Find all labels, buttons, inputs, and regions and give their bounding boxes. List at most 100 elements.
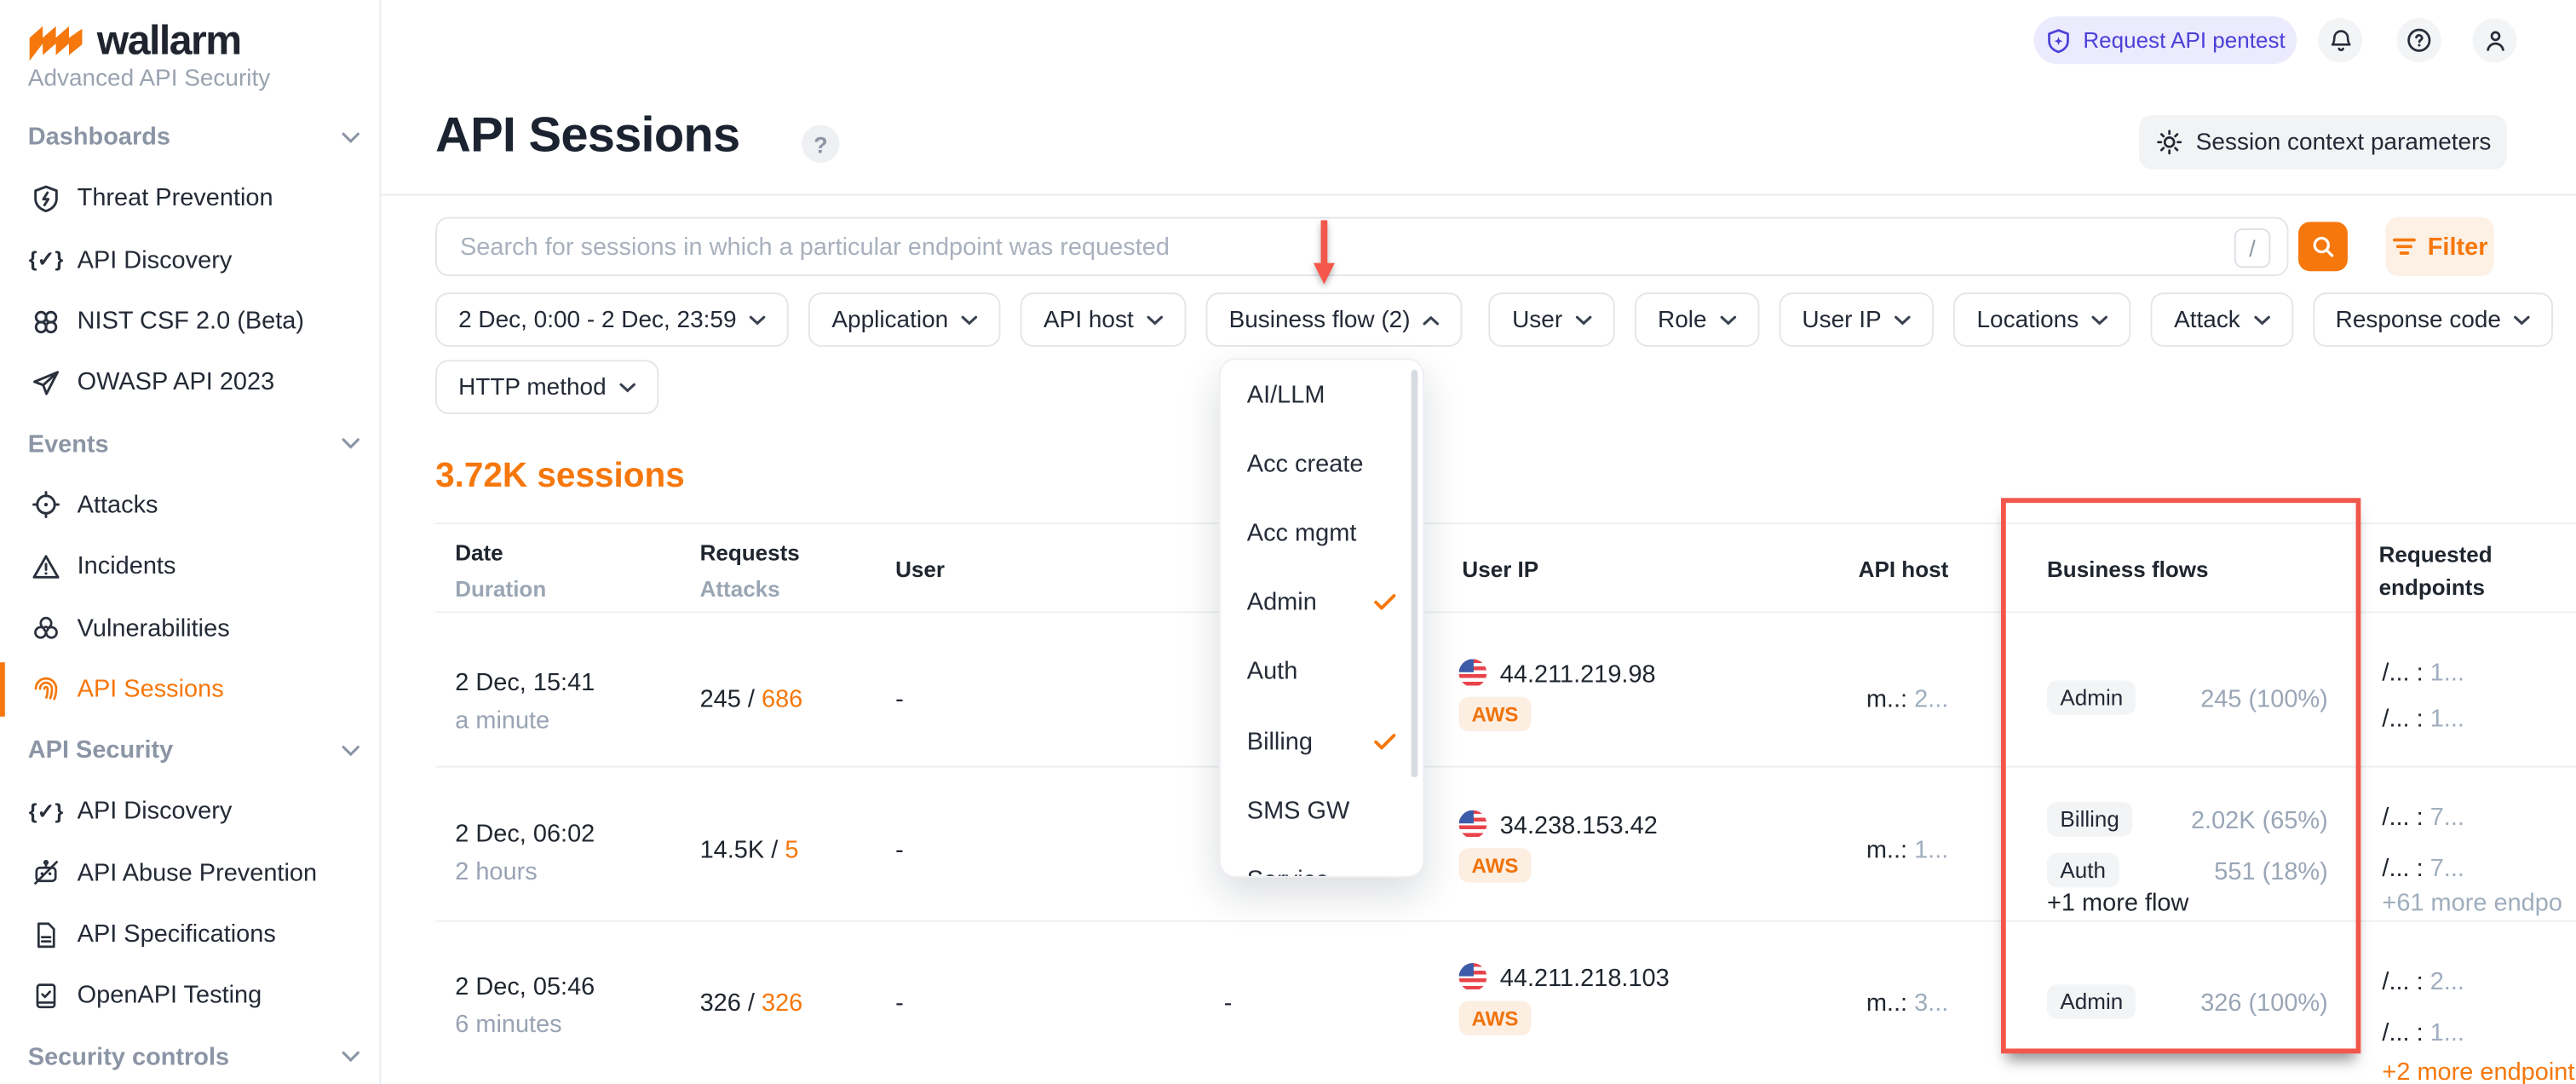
- col-header-api-host[interactable]: API host: [1751, 557, 1948, 582]
- sidebar-item-incidents[interactable]: Incidents: [0, 536, 381, 597]
- attacks-count: 5: [785, 837, 798, 865]
- requests-attacks: 14.5K / 5: [700, 837, 799, 865]
- aws-badge: AWS: [1459, 697, 1532, 732]
- dropdown-option-acc-create[interactable]: Acc create: [1221, 430, 1423, 499]
- endpoint-line: /... : 7...: [2382, 855, 2464, 883]
- filter-chip-user-ip[interactable]: User IP: [1779, 292, 1934, 347]
- notifications-button[interactable]: [2318, 18, 2362, 62]
- sidebar-item-nist-csf[interactable]: NIST CSF 2.0 (Beta): [0, 291, 381, 352]
- dropdown-option-acc-mgmt[interactable]: Acc mgmt: [1221, 499, 1423, 568]
- col-header-user-ip[interactable]: User IP: [1462, 557, 1538, 582]
- chevron-up-icon: [1423, 314, 1440, 325]
- dropdown-option-admin[interactable]: Admin: [1221, 568, 1423, 637]
- api-host-value: m..: 1...: [1751, 837, 1948, 865]
- requests-attacks: 326 / 326: [700, 989, 803, 1018]
- dropdown-option-auth[interactable]: Auth: [1221, 637, 1423, 706]
- sidebar-section-security-controls[interactable]: Security controls: [0, 1026, 381, 1084]
- sidebar-item-openapi-testing[interactable]: OpenAPI Testing: [0, 965, 381, 1026]
- sidebar-item-threat-prevention[interactable]: Threat Prevention: [0, 168, 381, 229]
- slash-shortcut-hint: /: [2234, 228, 2270, 268]
- bot-crossed-icon: [32, 858, 61, 888]
- sidebar-item-attacks[interactable]: Attacks: [0, 475, 381, 536]
- session-search-input[interactable]: [460, 233, 2221, 261]
- dropdown-option-ai-llm[interactable]: AI/LLM: [1221, 360, 1423, 429]
- endpoint-line: /... : 1...: [2382, 705, 2464, 733]
- row-divider: [435, 920, 2576, 922]
- sidebar-section-dashboards[interactable]: Dashboards: [0, 107, 381, 168]
- brand-logo[interactable]: wallarm: [28, 18, 241, 66]
- chevron-down-icon: [1576, 314, 1592, 325]
- filter-chip-date-range[interactable]: 2 Dec, 0:00 - 2 Dec, 23:59: [435, 292, 789, 347]
- filter-chip-role[interactable]: Role: [1635, 292, 1759, 347]
- dropdown-option-billing[interactable]: Billing: [1221, 706, 1423, 776]
- filter-chip-application[interactable]: Application: [808, 292, 1001, 347]
- business-flow-chip: Admin: [2047, 984, 2136, 1018]
- us-flag-icon: [1459, 810, 1487, 839]
- session-context-parameters-button[interactable]: Session context parameters: [2139, 115, 2507, 170]
- wallarm-logo-icon: [28, 21, 84, 62]
- sidebar-item-api-discovery-2[interactable]: {✓} API Discovery: [0, 781, 381, 843]
- col-header-date[interactable]: Date: [455, 540, 503, 565]
- fingerprint-icon: [32, 674, 61, 704]
- filter-button[interactable]: Filter: [2385, 217, 2493, 276]
- us-flag-icon: [1459, 963, 1487, 991]
- more-flows-link[interactable]: +1 more flow: [2047, 889, 2188, 917]
- filter-chip-business-flow[interactable]: Business flow (2): [1206, 292, 1463, 347]
- dropdown-option-sms-gw[interactable]: SMS GW: [1221, 776, 1423, 845]
- sidebar: wallarm Advanced API Security Dashboards…: [0, 0, 381, 1084]
- col-header-requested-endpoints-2[interactable]: endpoints: [2379, 575, 2485, 600]
- attacks-count: 686: [762, 685, 802, 713]
- more-endpoints-link[interactable]: +2 more endpoint: [2382, 1058, 2576, 1084]
- sidebar-item-api-sessions[interactable]: API Sessions: [0, 659, 381, 720]
- dropdown-scrollbar[interactable]: [1412, 370, 1418, 777]
- filter-chip-user[interactable]: User: [1489, 292, 1615, 347]
- col-header-requests[interactable]: Requests: [700, 540, 800, 565]
- col-header-business-flows[interactable]: Business flows: [2047, 557, 2209, 582]
- business-flow-chip: Admin: [2047, 680, 2136, 715]
- attacks-count: 326: [762, 989, 802, 1018]
- search-button[interactable]: [2298, 222, 2348, 271]
- help-button[interactable]: [2397, 18, 2441, 62]
- user-ip-value: 44.211.218.103: [1500, 965, 1670, 993]
- user-value: -: [895, 685, 904, 713]
- sidebar-item-api-specifications[interactable]: API Specifications: [0, 903, 381, 965]
- col-header-requested-endpoints[interactable]: Requested: [2379, 542, 2493, 567]
- page-help-icon[interactable]: ?: [802, 125, 839, 163]
- api-host-value: m..: 2...: [1751, 685, 1948, 713]
- business-flow-value: 326 (100%): [2148, 989, 2328, 1018]
- row-divider: [435, 766, 2576, 768]
- filter-chip-attack[interactable]: Attack: [2151, 292, 2292, 347]
- filter-chip-locations[interactable]: Locations: [1953, 292, 2130, 347]
- col-header-attacks[interactable]: Attacks: [700, 577, 780, 602]
- sidebar-item-api-discovery[interactable]: {✓} API Discovery: [0, 229, 381, 291]
- chevron-down-icon: [619, 382, 635, 392]
- user-ip-value: 44.211.219.98: [1500, 660, 1656, 689]
- chevron-down-icon: [1720, 314, 1736, 325]
- chevron-down-icon: [2514, 314, 2530, 325]
- braces-check-icon: {✓}: [32, 245, 61, 275]
- chevron-down-icon: [342, 438, 359, 450]
- sidebar-item-api-abuse-prevention[interactable]: API Abuse Prevention: [0, 843, 381, 904]
- col-header-duration[interactable]: Duration: [455, 577, 546, 602]
- session-date: 2 Dec, 15:41: [455, 669, 595, 697]
- chevron-down-icon: [750, 314, 766, 325]
- chevron-down-icon: [2253, 314, 2269, 325]
- request-api-pentest-button[interactable]: Request API pentest: [2034, 16, 2297, 64]
- filter-chip-api-host[interactable]: API host: [1021, 292, 1186, 347]
- biohazard-icon: [32, 613, 61, 643]
- sidebar-section-api-security[interactable]: API Security: [0, 720, 381, 781]
- filter-chips-row-2: HTTP method: [435, 360, 658, 414]
- sidebar-section-events[interactable]: Events: [0, 413, 381, 475]
- col-header-user[interactable]: User: [895, 557, 945, 582]
- user-ip-value: 34.238.153.42: [1500, 812, 1658, 840]
- endpoint-line: /... : 1...: [2382, 659, 2464, 687]
- filter-chip-response-code[interactable]: Response code: [2313, 292, 2554, 347]
- dropdown-option-service[interactable]: Service: [1221, 845, 1423, 878]
- csf-flower-icon: [32, 307, 61, 337]
- filter-chip-http-method[interactable]: HTTP method: [435, 360, 658, 414]
- account-button[interactable]: [2472, 18, 2516, 62]
- more-endpoints-link[interactable]: +61 more endpo: [2382, 889, 2576, 917]
- sidebar-item-owasp-api[interactable]: OWASP API 2023: [0, 352, 381, 413]
- aws-badge: AWS: [1459, 1000, 1532, 1035]
- sidebar-item-vulnerabilities[interactable]: Vulnerabilities: [0, 597, 381, 659]
